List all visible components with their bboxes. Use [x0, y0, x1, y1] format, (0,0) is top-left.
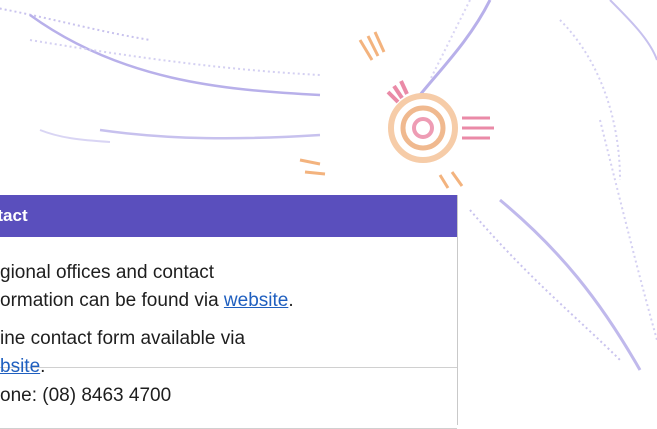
online-contact-text: ine contact form available via: [0, 328, 246, 349]
contact-row-regional-online: gional offices and contact ormation can …: [0, 237, 457, 377]
contact-panel: ntact gional offices and contact ormatio…: [0, 195, 458, 429]
contact-header-label: ntact: [0, 206, 28, 225]
regional-website-link[interactable]: website: [224, 290, 288, 311]
regional-offices-line2: ormation can be found via website.: [0, 290, 294, 311]
phone-text: one: (08) 8463 4700: [0, 385, 172, 406]
regional-offices-text: gional offices and contact: [0, 262, 215, 283]
contact-row-phone: one: (08) 8463 4700: [0, 368, 457, 429]
contact-panel-header: ntact: [0, 195, 457, 237]
